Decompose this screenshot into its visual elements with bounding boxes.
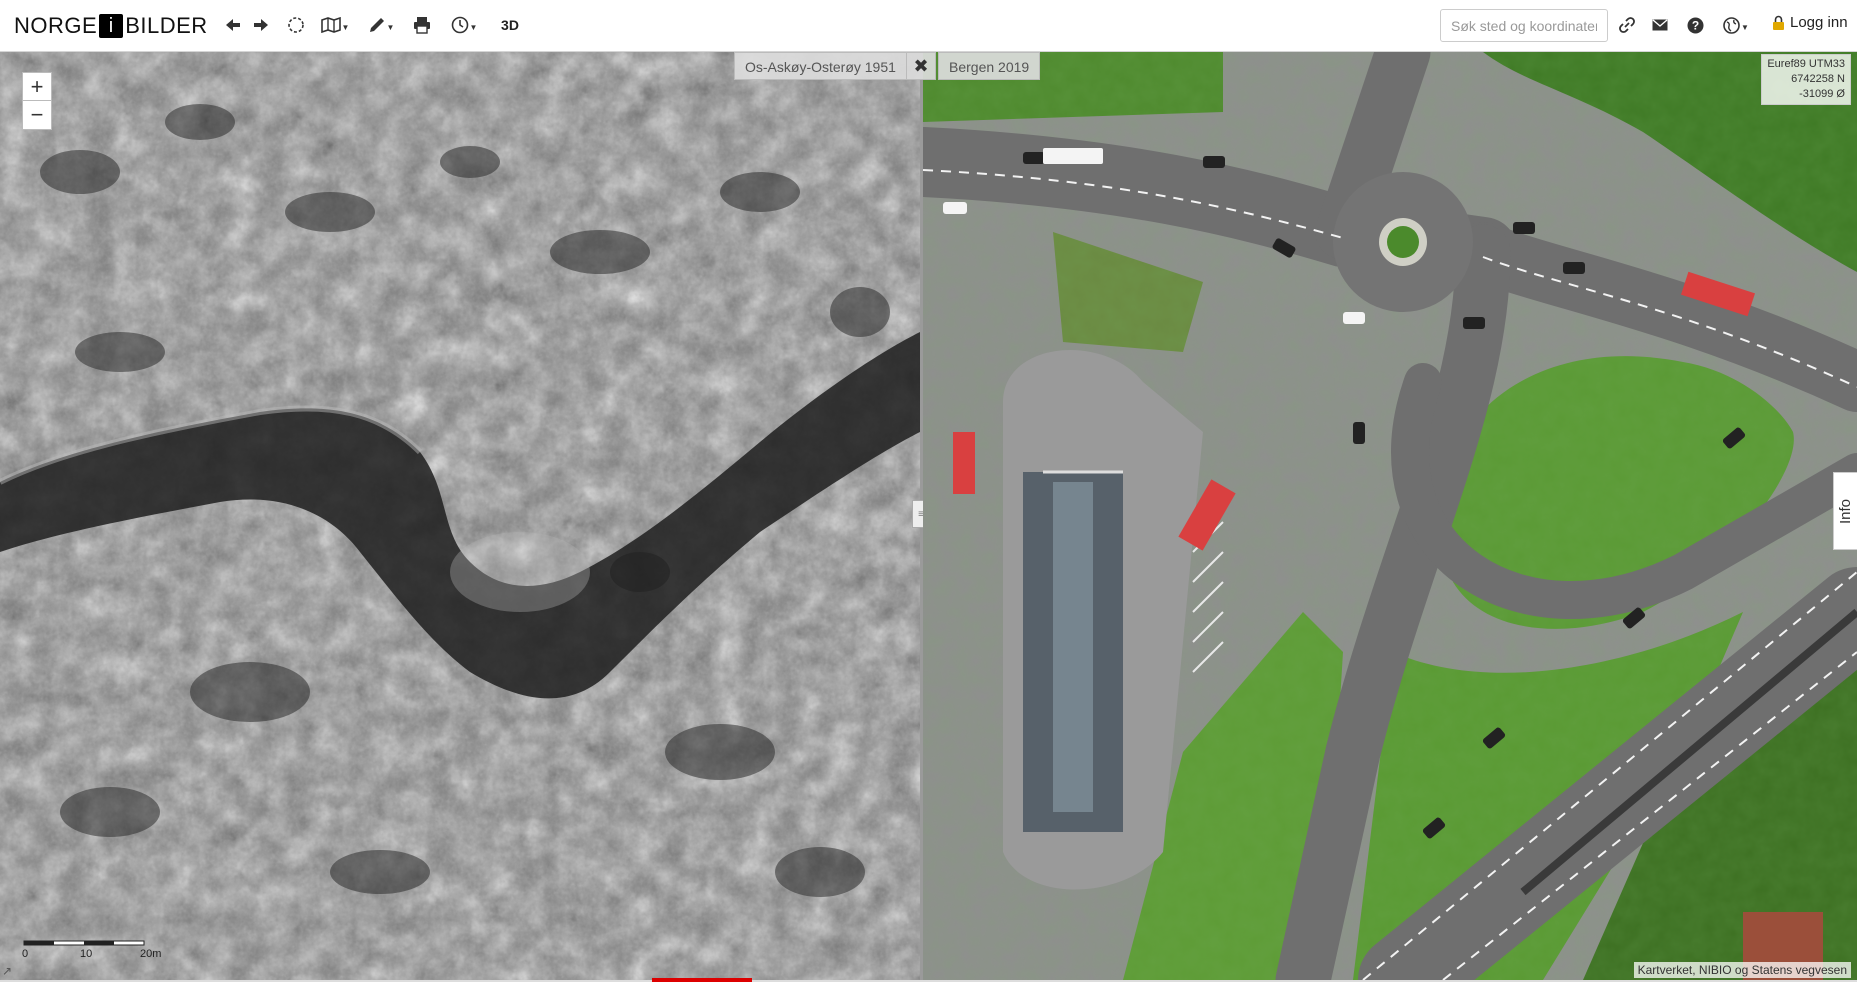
zoom-control: + − (22, 72, 52, 130)
aerial-photo-1951 (0, 52, 920, 980)
map-layers-icon (320, 17, 341, 33)
share-link-button[interactable] (1616, 10, 1638, 40)
draw-button[interactable]: ▼ (366, 10, 396, 40)
lock-icon (1773, 15, 1784, 30)
zoom-in-button[interactable]: + (22, 72, 52, 101)
print-button[interactable] (410, 10, 434, 40)
login-button[interactable]: Logg inn (1772, 14, 1848, 31)
scale-label-20m: 20m (140, 948, 162, 960)
select-circle-icon (288, 17, 304, 33)
info-panel-tab[interactable]: Info (1833, 472, 1857, 550)
coordinate-north: 6742258 N (1791, 73, 1845, 85)
search-input[interactable] (1440, 9, 1608, 42)
toolbar: NORGE i BILDER ▼ ▼ ▼ 3D ? ▼ Logg (0, 0, 1857, 52)
history-button[interactable]: ▼ (448, 10, 480, 40)
login-label: Logg inn (1790, 14, 1848, 31)
map-layers-button[interactable]: ▼ (320, 10, 350, 40)
right-layer-label[interactable]: Bergen 2019 (938, 52, 1041, 80)
info-tab-label: Info (1837, 498, 1854, 524)
left-layer-label[interactable]: Os-Askøy-Osterøy 1951 (734, 52, 907, 80)
language-button[interactable]: ▼ (1720, 10, 1752, 40)
bottom-red-indicator (652, 978, 752, 982)
map-viewer[interactable]: + − Os-Askøy-Osterøy 1951 0 10 20m ≡ Eur… (0, 52, 1857, 980)
forward-button[interactable] (250, 10, 272, 40)
expand-icon[interactable]: ↗ (2, 964, 12, 978)
scale-bar: 0 10 20m (22, 936, 161, 960)
chevron-down-icon: ▼ (386, 22, 395, 32)
pencil-icon (369, 18, 384, 32)
logo-text-right: BILDER (125, 13, 208, 38)
select-area-button[interactable] (284, 10, 308, 40)
chevron-down-icon: ▼ (341, 22, 350, 32)
coordinate-east: -31099 Ø (1799, 88, 1845, 100)
3d-button[interactable]: 3D (498, 10, 522, 40)
chevron-down-icon: ▼ (469, 22, 478, 32)
globe-icon (1723, 16, 1740, 34)
logo-text-left: NORGE (14, 13, 98, 38)
zoom-out-button[interactable]: − (22, 101, 52, 130)
arrow-right-icon (254, 19, 268, 31)
svg-text:?: ? (1691, 18, 1698, 32)
logo-i-box: i (99, 14, 124, 38)
aerial-photo-2019 (923, 52, 1857, 980)
right-map-pane-2019[interactable]: Euref89 UTM33 6742258 N -31099 Ø Info Ka… (923, 52, 1857, 980)
scale-label-10: 10 (80, 948, 93, 960)
arrow-left-icon (226, 19, 240, 31)
left-map-pane-1951[interactable]: + − Os-Askøy-Osterøy 1951 0 10 20m (0, 52, 920, 980)
map-attribution: Kartverket, NIBIO og Statens vegvesen (1633, 962, 1851, 978)
clock-icon (451, 16, 468, 34)
link-icon (1619, 17, 1635, 33)
mail-icon (1652, 19, 1668, 31)
email-button[interactable] (1649, 10, 1671, 40)
coordinate-readout: Euref89 UTM33 6742258 N -31099 Ø (1761, 54, 1851, 105)
norgeibilder-logo[interactable]: NORGE i BILDER (14, 13, 208, 39)
scale-label-0: 0 (22, 948, 29, 960)
help-button[interactable]: ? (1684, 10, 1706, 40)
back-button[interactable] (222, 10, 244, 40)
help-icon: ? (1687, 17, 1703, 33)
print-icon (414, 17, 430, 34)
close-compare-button[interactable]: ✖ (906, 52, 936, 80)
coordinate-system: Euref89 UTM33 (1767, 58, 1845, 70)
chevron-down-icon: ▼ (1741, 22, 1749, 32)
